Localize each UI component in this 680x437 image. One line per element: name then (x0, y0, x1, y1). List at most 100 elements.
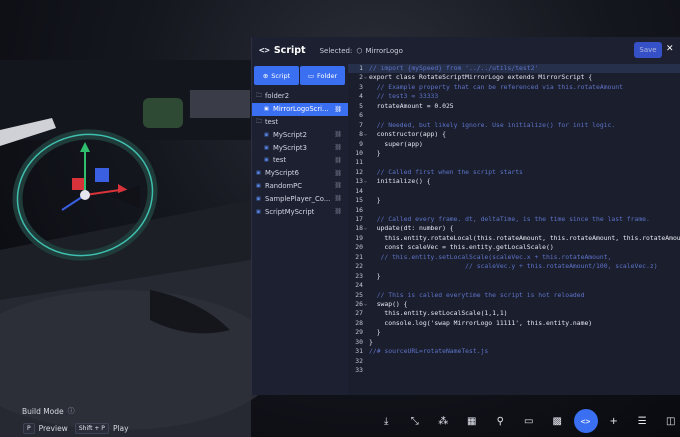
fold-chevron-icon[interactable]: ⌄ (364, 130, 367, 139)
line-number: 6 (359, 111, 363, 120)
folder-icon: 🗀 (256, 117, 263, 125)
script-file-item[interactable]: ▣ MyScript2 ⛓ (252, 128, 348, 141)
code-line[interactable]: 19 this.entity.rotateLocal(this.rotateAm… (348, 234, 680, 243)
code-line[interactable]: 33 (348, 366, 680, 375)
script-file-icon: ▣ (256, 182, 261, 189)
camera-icon[interactable]: ▭ (515, 408, 544, 434)
code-line[interactable]: 15 } (348, 196, 680, 205)
script-file-item[interactable]: ▣ MirrorLogoScri... ⛓ (252, 102, 348, 116)
folder-item[interactable]: 🗀 test (252, 116, 348, 129)
panel-title: Script (273, 45, 306, 56)
code-line[interactable]: 2 ⌄ export class RotateScriptMirrorLogo ex… (348, 73, 680, 82)
code-line[interactable]: 4 // test3 = 33333 (348, 92, 680, 101)
line-number: 24 (355, 281, 363, 290)
code-line[interactable]: 14 (348, 187, 680, 196)
code-text: // scaleVec.y + this.rotateAmount/100, s… (369, 262, 658, 271)
new-script-label: Script (271, 71, 291, 80)
code-line[interactable]: 25 // This is called everytime the scrip… (348, 291, 680, 300)
code-line[interactable]: 16 (348, 206, 680, 215)
grid-tool-icon[interactable]: ▦ (458, 408, 487, 434)
code-editor-icon[interactable]: <> (573, 409, 598, 433)
light-bulb-icon[interactable]: ⚲ (486, 408, 515, 434)
code-line[interactable]: 7 // Needed, but likely ignore. Use init… (348, 121, 680, 130)
transform-tool-icon[interactable]: ⤓ (372, 408, 401, 434)
code-line[interactable]: 21 // this.entity.setLocalScale(scaleVec… (348, 253, 680, 262)
tree-item-label: MyScript6 (265, 169, 299, 178)
fold-chevron-icon[interactable]: ⌄ (364, 177, 367, 186)
close-icon[interactable]: ✕ (666, 44, 674, 54)
assets-icon[interactable]: ▩ (543, 408, 572, 434)
tree-item-label: test (265, 117, 279, 126)
code-line[interactable]: 5 rotateAmount = 0.025 (348, 102, 680, 111)
code-line[interactable]: 18 ⌄ update(dt: number) { (348, 224, 680, 233)
fold-chevron-icon[interactable]: ⌄ (364, 300, 367, 309)
code-line[interactable]: 29 } (348, 328, 680, 337)
script-file-item[interactable]: ▣ MyScript3 ⛓ (252, 141, 348, 154)
move-tool-icon[interactable]: ⤡ (401, 408, 430, 434)
info-icon[interactable]: ⓘ (68, 406, 75, 416)
line-number: 25 (355, 290, 363, 299)
code-line[interactable]: 32 (348, 357, 680, 366)
link-icon[interactable]: ⛓ (334, 170, 342, 177)
preview-label[interactable]: Preview (39, 424, 68, 433)
line-number: 32 (355, 356, 363, 365)
code-text: swap() { (369, 299, 408, 308)
code-line[interactable]: 30} (348, 338, 680, 347)
add-icon[interactable]: + (600, 408, 629, 434)
code-line[interactable]: 3 // Example property that can be refere… (348, 83, 680, 92)
fold-chevron-icon[interactable]: ⌄ (364, 224, 367, 233)
code-line[interactable]: 24 (348, 281, 680, 290)
entity-cube-icon: ⬡ (356, 46, 363, 55)
link-icon[interactable]: ⛓ (334, 195, 342, 202)
link-icon[interactable]: ⛓ (334, 144, 342, 151)
script-file-item[interactable]: ▣ SamplePlayer_Co... ⛓ (252, 192, 348, 205)
line-number: 33 (355, 366, 363, 374)
code-line[interactable]: 27 this.entity.setLocalScale(1,1,1) (348, 309, 680, 318)
code-line[interactable]: 28 console.log('swap MirrorLogo 11111', … (348, 319, 680, 328)
code-line[interactable]: 22 // scaleVec.y + this.rotateAmount/100… (348, 262, 680, 271)
group-tool-icon[interactable]: ⁂ (429, 408, 458, 434)
list-icon[interactable]: ☰ (628, 408, 657, 434)
script-file-item[interactable]: ▣ MyScript6 ⛓ (252, 167, 348, 180)
tree-item-label: test (273, 156, 287, 165)
code-line[interactable]: 8 ⌄ constructor(app) { (348, 130, 680, 139)
fold-chevron-icon[interactable]: ⌄ (364, 73, 367, 82)
play-label[interactable]: Play (113, 424, 129, 433)
code-text: // Called first when the script starts (369, 167, 523, 176)
folder-item[interactable]: 🗀 folder2 (252, 90, 348, 103)
link-icon[interactable]: ⛓ (334, 106, 342, 113)
script-file-item[interactable]: ▣ ScriptMyScript ⛓ (252, 205, 348, 218)
script-file-item[interactable]: ▣ RandomPC ⛓ (252, 180, 348, 193)
code-line[interactable]: 23 } (348, 272, 680, 281)
tree-item-label: MyScript2 (273, 130, 307, 139)
code-line[interactable]: 26 ⌄ swap() { (348, 300, 680, 309)
add-circle-icon: ⊕ (262, 71, 269, 80)
code-line[interactable]: 11 (348, 158, 680, 167)
line-number: 19 (355, 233, 363, 242)
script-panel: <> Script Selected: ⬡ MirrorLogo Save ✕ … (251, 37, 680, 395)
code-text: } (369, 328, 381, 337)
code-line[interactable]: 13 ⌄ initialize() { (348, 177, 680, 186)
line-number: 17 (355, 215, 363, 223)
code-line[interactable]: 9 super(app) (348, 140, 680, 149)
code-text: // Needed, but likely ignore. Use initia… (369, 120, 616, 129)
code-line[interactable]: 20 const scaleVec = this.entity.getLocal… (348, 243, 680, 252)
link-icon[interactable]: ⛓ (334, 182, 342, 189)
code-editor[interactable]: 1 // import {mySpeed} from '../../utils/t… (348, 64, 680, 395)
code-line[interactable]: 6 (348, 111, 680, 120)
code-text: this.entity.setLocalScale(1,1,1) (369, 309, 508, 318)
code-line[interactable]: 10 } (348, 149, 680, 158)
gallery-icon[interactable]: ◫ (657, 408, 680, 434)
link-icon[interactable]: ⛓ (334, 131, 342, 138)
new-script-button[interactable]: ⊕ Script (254, 66, 299, 85)
line-number: 1 (359, 64, 363, 72)
code-line[interactable]: 1 // import {mySpeed} from '../../utils/t… (348, 64, 680, 74)
code-line[interactable]: 31 //# sourceURL=rotateNameTest.js (348, 347, 680, 356)
link-icon[interactable]: ⛓ (334, 208, 342, 215)
link-icon[interactable]: ⛓ (334, 157, 342, 164)
code-line[interactable]: 17 // Called every frame. dt, deltaTime,… (348, 215, 680, 224)
code-line[interactable]: 12 // Called first when the script start… (348, 168, 680, 177)
script-file-item[interactable]: ▣ test ⛓ (252, 154, 348, 167)
save-button[interactable]: Save (634, 42, 662, 58)
new-folder-button[interactable]: ▭ Folder (300, 66, 345, 85)
